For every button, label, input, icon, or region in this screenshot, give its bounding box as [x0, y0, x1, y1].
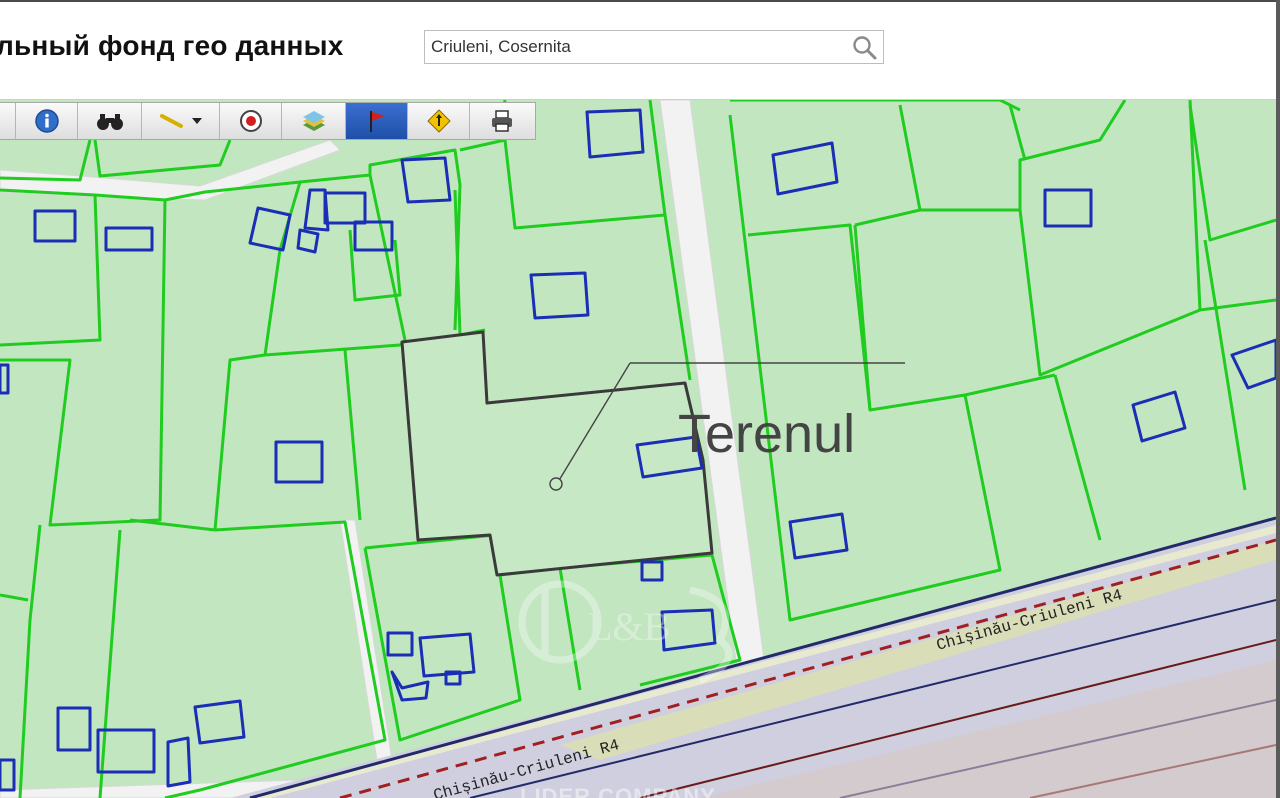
pan-tool[interactable]	[0, 103, 16, 139]
print-tool[interactable]	[470, 103, 534, 139]
layers-icon	[302, 111, 325, 131]
site-title: льный фонд гео данных	[0, 30, 344, 61]
map-view[interactable]: Chișinău-Criuleni R4 Chișinău-Criuleni R…	[0, 100, 1276, 798]
search-icon	[853, 36, 877, 60]
map-toolbar	[0, 102, 536, 140]
ruler-icon	[159, 114, 183, 128]
measure-tool[interactable]	[142, 103, 220, 139]
flag-icon	[369, 111, 385, 132]
binoculars-icon	[96, 114, 123, 130]
road-sign-tool[interactable]	[408, 103, 470, 139]
find-tool[interactable]	[78, 103, 142, 139]
printer-icon	[492, 110, 512, 132]
search-button[interactable]	[851, 34, 879, 62]
info-tool[interactable]	[16, 103, 78, 139]
road-sign-icon	[426, 109, 451, 133]
watermark-monogram: L&B	[588, 604, 670, 649]
target-icon	[239, 110, 262, 132]
search-input[interactable]	[425, 31, 845, 63]
search-box[interactable]	[424, 30, 884, 64]
info-icon	[34, 109, 59, 133]
annotation-label: Terenul	[678, 404, 856, 464]
window-edge	[1276, 0, 1280, 798]
chevron-down-icon	[191, 118, 202, 124]
map-canvas[interactable]: Chișinău-Criuleni R4 Chișinău-Criuleni R…	[0, 100, 1276, 798]
layers-tool[interactable]	[282, 103, 346, 139]
flag-tool[interactable]	[346, 103, 408, 139]
app-header: льный фонд гео данных	[0, 0, 1280, 100]
locate-tool[interactable]	[220, 103, 282, 139]
watermark-text: LIDER COMPANY	[520, 784, 716, 798]
